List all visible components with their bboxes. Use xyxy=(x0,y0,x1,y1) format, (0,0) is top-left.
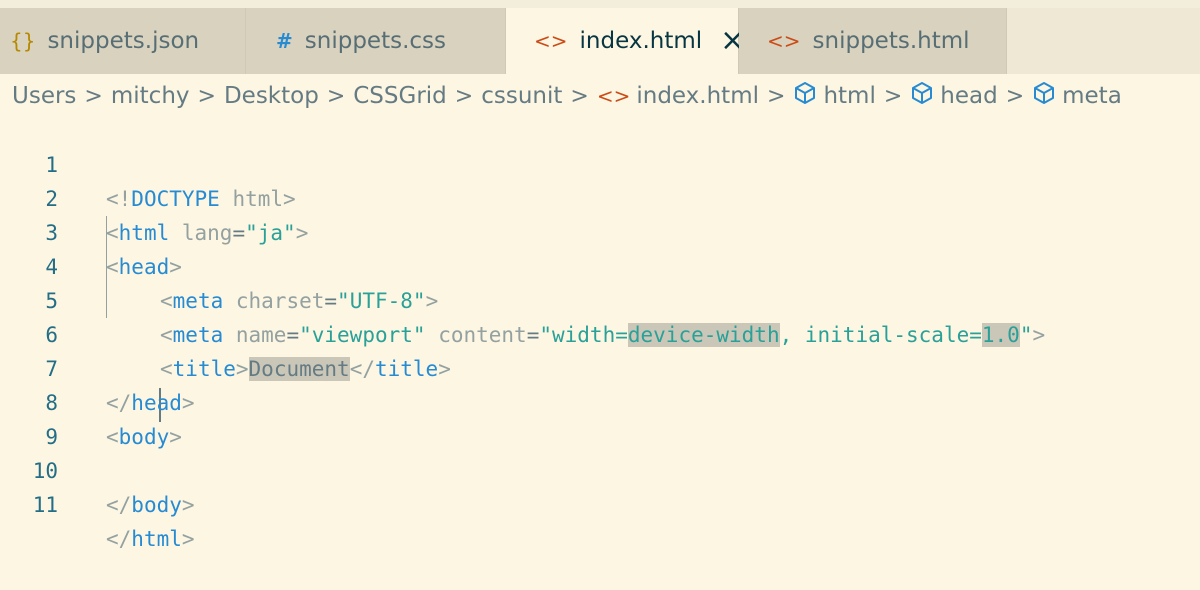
token-tag: html xyxy=(131,527,182,551)
hash-icon: # xyxy=(276,29,293,53)
token-punct: > xyxy=(181,493,195,517)
cube-icon xyxy=(793,81,817,111)
code-line: 11 </html> xyxy=(0,454,1200,551)
tab-bar: {} snippets.json # snippets.css <> index… xyxy=(0,0,1200,74)
chevron-right-icon: > xyxy=(84,83,103,109)
breadcrumb-item-html[interactable]: html xyxy=(823,83,875,109)
chevron-right-icon: > xyxy=(570,83,589,109)
tab-label: index.html xyxy=(579,28,703,54)
html-angle-icon: <> xyxy=(596,84,631,108)
chevron-right-icon: > xyxy=(1005,83,1025,109)
code-line: 9 xyxy=(0,386,1200,449)
tab-bar-strip xyxy=(0,0,1200,8)
breadcrumb-item-head[interactable]: head xyxy=(940,83,997,109)
code-line: 6 <title>Document</title> xyxy=(0,284,1200,381)
breadcrumb-item-index-html[interactable]: index.html xyxy=(636,83,759,109)
code-line: 4 <meta charset="UTF-8"> xyxy=(0,216,1200,313)
breadcrumb-item-cssunit[interactable]: cssunit xyxy=(481,83,562,109)
tab-label: snippets.html xyxy=(812,28,970,54)
code-line: 10 </body> xyxy=(0,420,1200,517)
braces-icon: {} xyxy=(10,29,36,53)
chevron-right-icon: > xyxy=(767,83,786,109)
breadcrumb-item-meta[interactable]: meta xyxy=(1062,83,1122,109)
breadcrumb: Users > mitchy > Desktop > CSSGrid > css… xyxy=(12,80,1122,112)
token-punct: </ xyxy=(106,527,132,551)
chevron-right-icon: > xyxy=(454,83,474,109)
code-line: 8 <body> xyxy=(0,352,1200,449)
cube-icon xyxy=(910,81,934,111)
tab-label: snippets.json xyxy=(47,28,200,54)
code-line: 5 <meta name="viewport" content="width=d… xyxy=(0,250,1200,347)
html-angle-icon: <> xyxy=(767,29,801,53)
chevron-right-icon: > xyxy=(326,83,346,109)
tab-snippets-html[interactable]: <> snippets.html xyxy=(739,8,1007,74)
code-editor[interactable]: 1 <!DOCTYPE html> 2 <html lang="ja"> 3 <… xyxy=(0,114,1200,551)
code-line: 1 <!DOCTYPE html> xyxy=(0,114,1200,211)
chevron-right-icon: > xyxy=(883,83,903,109)
code-line: 2 <html lang="ja"> xyxy=(0,148,1200,245)
html-angle-icon: <> xyxy=(534,29,568,53)
breadcrumb-item-users[interactable]: Users xyxy=(12,83,76,109)
breadcrumb-item-mitchy[interactable]: mitchy xyxy=(111,83,190,109)
token-punct: </ xyxy=(106,493,132,517)
breadcrumb-item-cssgrid[interactable]: CSSGrid xyxy=(353,83,447,109)
breadcrumb-item-desktop[interactable]: Desktop xyxy=(224,83,319,109)
tab-label: snippets.css xyxy=(304,28,446,54)
line-number: 11 xyxy=(32,493,58,517)
token-punct: > xyxy=(181,527,195,551)
token-tag: body xyxy=(131,493,182,517)
chevron-right-icon: > xyxy=(197,83,216,109)
tab-index-html[interactable]: <> index.html × xyxy=(506,8,745,74)
cube-icon xyxy=(1032,81,1056,111)
code-line: 7 </head> xyxy=(0,318,1200,415)
tab-snippets-css[interactable]: # snippets.css xyxy=(246,8,506,74)
tab-snippets-json[interactable]: {} snippets.json xyxy=(0,8,246,74)
code-line: 3 <head> xyxy=(0,182,1200,279)
